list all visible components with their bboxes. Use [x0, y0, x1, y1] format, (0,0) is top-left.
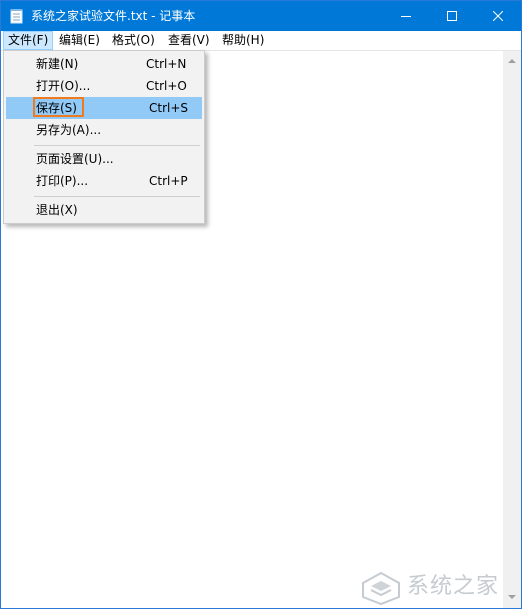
notepad-icon [10, 9, 23, 24]
file-menu-item-save-as[interactable]: 另存为(A)... [6, 119, 202, 141]
menu-format[interactable]: 格式(O) [108, 31, 164, 50]
file-menu-item-page-setup[interactable]: 页面设置(U)... [6, 148, 202, 170]
menu-item-shortcut: Ctrl+O [146, 79, 187, 93]
minimize-button[interactable] [383, 1, 429, 31]
scroll-up-arrow-icon[interactable] [508, 59, 516, 63]
menu-separator [34, 145, 200, 146]
close-icon [493, 11, 503, 21]
menu-item-label: 打印(P)... [36, 174, 89, 188]
menu-item-label: 另存为(A)... [36, 123, 102, 137]
menu-item-label: 退出(X) [36, 203, 78, 217]
menu-bar: 文件(F) 编辑(E) 格式(O) 查看(V) 帮助(H) [1, 31, 521, 51]
file-menu-item-exit[interactable]: 退出(X) [6, 199, 202, 221]
window-title: 系统之家试验文件.txt - 记事本 [31, 9, 196, 23]
menu-file[interactable]: 文件(F) [3, 31, 53, 50]
menu-edit[interactable]: 编辑(E) [55, 31, 105, 50]
menu-item-shortcut: Ctrl+S [149, 101, 189, 115]
xitongzhijia-logo-icon [362, 571, 400, 606]
notepad-window: 系统之家试验文件.txt - 记事本 文件(F) 编辑(E) 格式(O) 查看(… [0, 0, 522, 609]
file-menu-item-new[interactable]: 新建(N) Ctrl+N [6, 53, 202, 75]
menu-item-shortcut: Ctrl+P [149, 174, 188, 188]
file-menu-item-open[interactable]: 打开(O)... Ctrl+O [6, 75, 202, 97]
menu-item-label: 页面设置(U)... [36, 152, 114, 166]
menu-item-label: 保存(S) [36, 101, 77, 115]
vertical-scrollbar[interactable] [503, 51, 521, 608]
menu-item-label: 打开(O)... [36, 79, 91, 93]
menu-item-shortcut: Ctrl+N [146, 57, 187, 71]
maximize-button[interactable] [429, 1, 475, 31]
maximize-icon [447, 11, 457, 21]
file-menu-dropdown: 新建(N) Ctrl+N 打开(O)... Ctrl+O 保存(S) Ctrl+… [3, 50, 205, 224]
watermark-text: 系统之家 [407, 574, 500, 599]
watermark-logo: 系统之家 [353, 569, 521, 607]
menu-help[interactable]: 帮助(H) [218, 31, 273, 50]
title-bar[interactable]: 系统之家试验文件.txt - 记事本 [1, 1, 521, 31]
minimize-icon [401, 16, 411, 17]
menu-separator [34, 196, 200, 197]
file-menu-item-print[interactable]: 打印(P)... Ctrl+P [6, 170, 202, 192]
menu-item-label: 新建(N) [36, 57, 79, 71]
file-menu-item-save[interactable]: 保存(S) Ctrl+S [6, 97, 202, 119]
menu-view[interactable]: 查看(V) [164, 31, 214, 50]
close-button[interactable] [475, 1, 521, 31]
